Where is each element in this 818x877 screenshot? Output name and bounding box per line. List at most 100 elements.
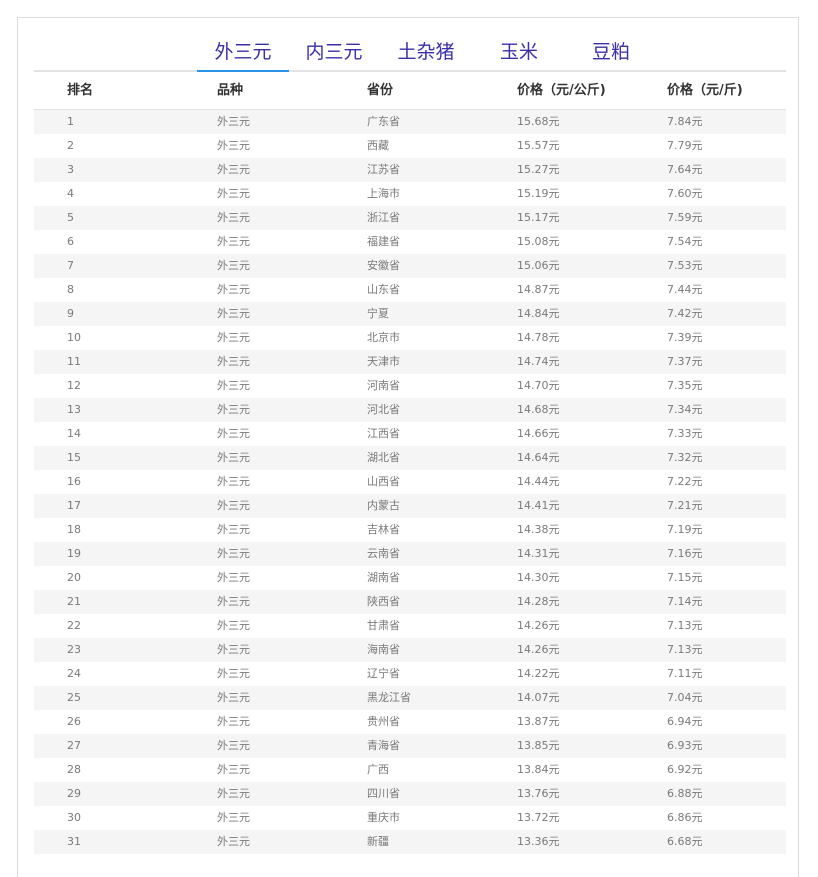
cell-rank: 18 [67,523,81,536]
cell-rank: 23 [67,643,81,656]
cell-price-jin: 7.33元 [667,427,703,440]
cell-rank: 2 [67,139,74,152]
cell-price-jin: 7.42元 [667,307,703,320]
cell-price-jin: 7.35元 [667,379,703,392]
cell-price-jin: 7.84元 [667,115,703,128]
table-row: 21 外三元 陕西省 14.28元 7.14元 [34,590,786,614]
cell-price-jin: 7.11元 [667,667,703,680]
cell-province: 黑龙江省 [367,691,411,704]
cell-price-jin: 7.14元 [667,595,703,608]
cell-rank: 6 [67,235,74,248]
cell-price-kg: 14.84元 [517,307,560,320]
cell-province: 贵州省 [367,715,400,728]
cell-rank: 8 [67,283,74,296]
cell-rank: 10 [67,331,81,344]
cell-price-kg: 14.31元 [517,547,560,560]
price-panel: 外三元 内三元 土杂猪 玉米 豆粕 排名 品种 省份 价格（元/公斤) 价格（元… [17,17,799,877]
cell-breed: 外三元 [217,187,250,200]
cell-price-kg: 14.64元 [517,451,560,464]
cell-breed: 外三元 [217,667,250,680]
cell-province: 福建省 [367,235,400,248]
cell-breed: 外三元 [217,115,250,128]
cell-price-jin: 6.88元 [667,787,703,800]
tab-dou-po[interactable]: 豆粕 [589,38,633,70]
cell-price-jin: 7.60元 [667,187,703,200]
cell-breed: 外三元 [217,691,250,704]
cell-price-kg: 13.36元 [517,835,560,848]
cell-province: 四川省 [367,787,400,800]
cell-rank: 28 [67,763,81,776]
header-breed: 品种 [217,83,244,98]
cell-breed: 外三元 [217,739,250,752]
cell-price-kg: 14.07元 [517,691,560,704]
cell-price-kg: 13.76元 [517,787,560,800]
cell-rank: 24 [67,667,81,680]
cell-breed: 外三元 [217,475,250,488]
cell-province: 甘肃省 [367,619,400,632]
cell-rank: 14 [67,427,81,440]
tab-nei-san-yuan[interactable]: 内三元 [302,38,366,70]
cell-breed: 外三元 [217,571,250,584]
cell-rank: 20 [67,571,81,584]
table-row: 20 外三元 湖南省 14.30元 7.15元 [34,566,786,590]
cell-breed: 外三元 [217,547,250,560]
cell-rank: 25 [67,691,81,704]
cell-price-jin: 7.44元 [667,283,703,296]
cell-province: 吉林省 [367,523,400,536]
cell-breed: 外三元 [217,331,250,344]
cell-price-jin: 7.64元 [667,163,703,176]
table-row: 30 外三元 重庆市 13.72元 6.86元 [34,806,786,830]
cell-breed: 外三元 [217,811,250,824]
cell-price-jin: 7.15元 [667,571,703,584]
cell-breed: 外三元 [217,139,250,152]
table-row: 5 外三元 浙江省 15.17元 7.59元 [34,206,786,230]
table-row: 16 外三元 山西省 14.44元 7.22元 [34,470,786,494]
cell-province: 上海市 [367,187,400,200]
cell-province: 广西 [367,763,389,776]
cell-price-jin: 7.04元 [667,691,703,704]
cell-price-jin: 7.54元 [667,235,703,248]
tab-tu-za-zhu[interactable]: 土杂猪 [394,38,458,70]
cell-breed: 外三元 [217,835,250,848]
tab-yu-mi[interactable]: 玉米 [497,38,541,70]
cell-province: 山东省 [367,283,400,296]
table-row: 15 外三元 湖北省 14.64元 7.32元 [34,446,786,470]
cell-province: 江苏省 [367,163,400,176]
header-price-per-jin: 价格（元/斤) [667,83,743,98]
cell-price-jin: 7.37元 [667,355,703,368]
cell-province: 海南省 [367,643,400,656]
cell-province: 湖南省 [367,571,400,584]
tab-wai-san-yuan[interactable]: 外三元 [197,38,289,72]
cell-price-jin: 7.22元 [667,475,703,488]
cell-rank: 26 [67,715,81,728]
table-row: 24 外三元 辽宁省 14.22元 7.11元 [34,662,786,686]
table-row: 12 外三元 河南省 14.70元 7.35元 [34,374,786,398]
cell-breed: 外三元 [217,763,250,776]
cell-rank: 13 [67,403,81,416]
cell-price-jin: 6.86元 [667,811,703,824]
cell-price-kg: 15.17元 [517,211,560,224]
cell-rank: 29 [67,787,81,800]
cell-province: 北京市 [367,331,400,344]
table-row: 29 外三元 四川省 13.76元 6.88元 [34,782,786,806]
cell-breed: 外三元 [217,163,250,176]
table-row: 1 外三元 广东省 15.68元 7.84元 [34,110,786,134]
cell-price-kg: 14.70元 [517,379,560,392]
cell-price-kg: 13.84元 [517,763,560,776]
cell-province: 内蒙古 [367,499,400,512]
cell-price-kg: 14.26元 [517,643,560,656]
cell-rank: 27 [67,739,81,752]
cell-breed: 外三元 [217,427,250,440]
cell-breed: 外三元 [217,307,250,320]
table-row: 9 外三元 宁夏 14.84元 7.42元 [34,302,786,326]
table-row: 31 外三元 新疆 13.36元 6.68元 [34,830,786,854]
cell-rank: 4 [67,187,74,200]
cell-price-jin: 7.13元 [667,643,703,656]
cell-province: 江西省 [367,427,400,440]
cell-price-kg: 13.85元 [517,739,560,752]
cell-breed: 外三元 [217,787,250,800]
cell-province: 西藏 [367,139,389,152]
cell-province: 宁夏 [367,307,389,320]
header-price-per-kg: 价格（元/公斤) [517,83,606,98]
cell-price-jin: 6.92元 [667,763,703,776]
